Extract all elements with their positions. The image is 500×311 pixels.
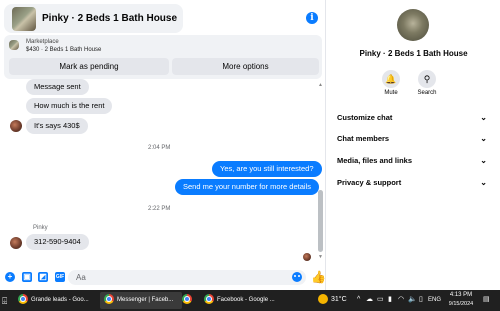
taskbar-item-label: Grande leads - Goo... [31, 297, 89, 303]
message-input[interactable] [68, 270, 306, 285]
temperature[interactable]: 31°C [331, 293, 347, 307]
mute-label: Mute [384, 90, 398, 96]
info-icon[interactable]: i [306, 12, 318, 24]
chat-header[interactable]: Pinky · 2 Beds 1 Bath House [4, 4, 184, 33]
taskbar-item-messenger[interactable]: Messenger | Faceb... [100, 292, 182, 309]
chrome-icon [204, 294, 214, 305]
marketplace-card: Marketplace $430 · 2 Beds 1 Bath House M… [4, 35, 322, 79]
language-indicator[interactable]: ENG [428, 293, 441, 307]
battery-icon[interactable]: ▮ [388, 293, 392, 307]
scroll-down-arrow-icon[interactable]: ▼ [318, 254, 323, 260]
search-label: Search [417, 90, 437, 96]
chrome-icon [18, 294, 28, 305]
taskbar-item-label: Messenger | Faceb... [117, 297, 174, 303]
message-bubble-in[interactable]: How much is the rent [26, 98, 113, 114]
message-bubble-in[interactable]: 312-590-9404 [26, 234, 89, 250]
marketplace-label: Marketplace [26, 39, 59, 45]
contact-avatar[interactable] [10, 237, 22, 249]
plus-icon[interactable]: + [5, 272, 15, 282]
taskbar-item-facebook[interactable]: Facebook - Google ... [200, 292, 280, 309]
messenger-window: Pinky · 2 Beds 1 Bath House i Marketplac… [0, 0, 500, 311]
listing-thumbnail [12, 6, 36, 31]
message-bubble-out[interactable]: Yes, are you still interested? [212, 161, 322, 177]
listing-profile-photo [397, 9, 429, 41]
cloud-icon[interactable]: ☁ [366, 293, 373, 307]
wifi-icon[interactable]: ◠ [398, 293, 404, 307]
conversation-info-panel: Pinky · 2 Beds 1 Bath House 🔔 ⚲ Mute Sea… [327, 0, 500, 290]
bell-icon[interactable]: 🔔 [382, 70, 400, 88]
image-icon[interactable]: ▣ [22, 272, 32, 282]
section-media-files-links[interactable]: Media, files and links ⌄ [337, 154, 487, 168]
scrollbar-thumb[interactable] [318, 190, 323, 252]
chat-title: Pinky · 2 Beds 1 Bath House [42, 13, 178, 24]
section-label: Media, files and links [337, 156, 413, 165]
sticker-icon[interactable]: ◩ [38, 272, 48, 282]
message-composer: + ▣ ◩ GIF 👍 [0, 264, 326, 288]
taskbar-item-chrome[interactable] [178, 292, 196, 309]
taskbar: ⌹ Grande leads - Goo... Messenger | Face… [0, 290, 500, 311]
sender-name: Pinky [33, 225, 48, 231]
section-label: Privacy & support [337, 178, 402, 187]
chevron-up-icon[interactable]: ^ [357, 293, 360, 307]
chat-panel: Pinky · 2 Beds 1 Bath House i Marketplac… [0, 0, 326, 290]
message-bubble-in[interactable]: Message sent [26, 79, 89, 95]
section-label: Customize chat [337, 113, 393, 122]
section-customize-chat[interactable]: Customize chat ⌄ [337, 111, 487, 125]
message-bubble-out[interactable]: Send me your number for more details [175, 179, 319, 195]
chevron-down-icon: ⌄ [480, 134, 487, 143]
read-receipt-avatar [303, 253, 311, 261]
notification-icon[interactable]: ▤ [483, 293, 490, 307]
chrome-icon [182, 294, 192, 305]
chevron-down-icon: ⌄ [480, 178, 487, 187]
thumbs-up-icon[interactable]: 👍 [311, 270, 326, 284]
taskbar-item-grande-leads[interactable]: Grande leads - Goo... [14, 292, 96, 309]
timestamp: 2:04 PM [148, 145, 171, 151]
more-options-button[interactable]: More options [172, 58, 319, 75]
chevron-down-icon: ⌄ [480, 156, 487, 165]
clock-date[interactable]: 9/15/2024 [443, 300, 479, 309]
clock-time[interactable]: 4:13 PM [446, 291, 476, 300]
chevron-down-icon: ⌄ [480, 113, 487, 122]
section-chat-members[interactable]: Chat members ⌄ [337, 132, 487, 146]
volume-icon[interactable]: 🔈 [408, 293, 417, 307]
taskbar-item-label: Facebook - Google ... [217, 297, 275, 303]
emoji-icon[interactable] [292, 272, 302, 282]
chrome-icon [104, 294, 114, 305]
listing-price-title: $430 · 2 Beds 1 Bath House [26, 47, 102, 53]
profile-name: Pinky · 2 Beds 1 Bath House [359, 49, 468, 58]
display-icon[interactable]: ▭ [377, 293, 384, 307]
gif-icon[interactable]: GIF [55, 272, 65, 282]
section-privacy-support[interactable]: Privacy & support ⌄ [337, 176, 487, 190]
scroll-up-arrow-icon[interactable]: ▲ [318, 82, 323, 88]
section-label: Chat members [337, 134, 390, 143]
search-icon[interactable]: ⚲ [418, 70, 436, 88]
contact-avatar[interactable] [10, 120, 22, 132]
battery-charging-icon[interactable]: ▯ [419, 293, 423, 307]
message-bubble-in[interactable]: It's says 430$ [26, 118, 88, 134]
marketplace-thumbnail [9, 40, 19, 50]
timestamp: 2:22 PM [148, 206, 171, 212]
mark-as-pending-button[interactable]: Mark as pending [9, 58, 169, 75]
weather-icon[interactable] [318, 294, 328, 304]
task-view-icon[interactable]: ⌹ [2, 293, 7, 310]
